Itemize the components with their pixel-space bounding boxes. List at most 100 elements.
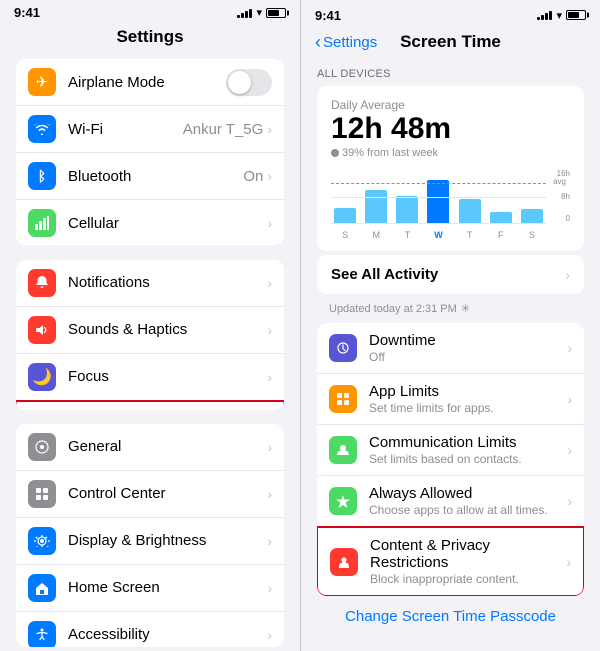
bar-f [490, 212, 512, 223]
always-allowed-chevron: › [567, 493, 572, 509]
day-label-s1: S [331, 225, 359, 243]
bar-s1 [334, 208, 356, 223]
cellular-chevron: › [267, 215, 272, 231]
status-icons-left: ▾ [237, 6, 286, 19]
sounds-row[interactable]: Sounds & Haptics › [16, 307, 284, 354]
bluetooth-content: Bluetooth [68, 168, 243, 185]
focus-row[interactable]: 🌙 Focus › [16, 354, 284, 401]
focus-content: Focus [68, 368, 267, 385]
control-center-chevron: › [267, 486, 272, 502]
status-bar-right: 9:41 ▾ [301, 0, 600, 28]
gridline-bot [331, 223, 546, 224]
updated-text: Updated today at 2:31 PM [329, 303, 457, 315]
back-chevron-icon: ‹ [315, 33, 321, 51]
bar-group-s2 [518, 169, 546, 223]
sig-bar-r4 [549, 11, 552, 20]
status-bar-left: 9:41 ▾ [0, 0, 300, 23]
airplane-mode-right [226, 69, 272, 96]
general-row[interactable]: General › [16, 424, 284, 471]
see-all-label: See All Activity [331, 266, 438, 283]
comm-limits-right: › [567, 442, 572, 458]
signal-bars-right [537, 10, 552, 20]
spacer-1 [0, 249, 300, 255]
content-privacy-icon [330, 548, 358, 576]
comm-limits-row[interactable]: Communication Limits Set limits based on… [317, 425, 584, 476]
cellular-content: Cellular [68, 215, 267, 232]
status-icons-right: ▾ [537, 9, 586, 22]
sounds-icon [28, 316, 56, 344]
bluetooth-value: On [243, 168, 263, 185]
notifications-label: Notifications [68, 274, 267, 291]
change-passcode-row[interactable]: Change Screen Time Passcode [301, 600, 600, 633]
bluetooth-chevron: › [267, 168, 272, 184]
sounds-content: Sounds & Haptics [68, 321, 267, 338]
back-label: Settings [323, 34, 377, 51]
sparkle-icon: ✳︎ [461, 302, 470, 315]
bar-group-s1 [331, 169, 359, 223]
notifications-row[interactable]: Notifications › [16, 260, 284, 307]
spacer-2 [0, 414, 300, 420]
content-privacy-label: Content & Privacy Restrictions [370, 537, 566, 571]
device-section: General › Control Center › [16, 424, 284, 647]
bar-group-w [424, 169, 452, 223]
cellular-icon [28, 209, 56, 237]
control-center-right: › [267, 486, 272, 502]
general-label: General [68, 438, 267, 455]
sounds-right: › [267, 322, 272, 338]
home-screen-chevron: › [267, 580, 272, 596]
airplane-mode-row[interactable]: ✈ Airplane Mode [16, 59, 284, 106]
control-center-row[interactable]: Control Center › [16, 471, 284, 518]
status-time-left: 9:41 [14, 5, 40, 20]
app-limits-right: › [567, 391, 572, 407]
signal-bar-3 [245, 11, 248, 18]
wifi-status-icon-right: ▾ [556, 9, 562, 22]
see-all-chevron: › [565, 267, 570, 283]
wifi-value: Ankur T_5G [183, 121, 264, 138]
bluetooth-right: On › [243, 168, 272, 185]
bluetooth-row[interactable]: ᛒ Bluetooth On › [16, 153, 284, 200]
back-button[interactable]: ‹ Settings [315, 33, 377, 51]
focus-right: › [267, 369, 272, 385]
display-row[interactable]: Display & Brightness › [16, 518, 284, 565]
app-limits-sublabel: Set time limits for apps. [369, 401, 567, 415]
notifications-content: Notifications [68, 274, 267, 291]
display-icon [28, 527, 56, 555]
screen-time-row[interactable]: Screen Time › [16, 400, 284, 410]
day-label-t1: T [393, 225, 421, 243]
always-allowed-row[interactable]: Always Allowed Choose apps to allow at a… [317, 476, 584, 527]
comm-limits-chevron: › [567, 442, 572, 458]
wifi-row[interactable]: Wi-Fi Ankur T_5G › [16, 106, 284, 153]
app-limits-row[interactable]: App Limits Set time limits for apps. › [317, 374, 584, 425]
bar-group-t1 [393, 169, 421, 223]
battery-fill-left [268, 10, 279, 16]
y-label-8h: 8h [561, 192, 570, 201]
y-label-0: 0 [566, 214, 570, 223]
home-screen-row[interactable]: Home Screen › [16, 565, 284, 612]
content-privacy-content: Content & Privacy Restrictions Block ina… [370, 537, 566, 586]
comm-limits-label: Communication Limits [369, 434, 567, 451]
focus-icon: 🌙 [28, 363, 56, 391]
app-limits-chevron: › [567, 391, 572, 407]
cellular-row[interactable]: Cellular › [16, 200, 284, 245]
left-panel: 9:41 ▾ Settings ✈ Airplane Mode [0, 0, 300, 651]
bar-group-t2 [456, 169, 484, 223]
airplane-mode-toggle[interactable] [226, 69, 272, 96]
screentime-scroll[interactable]: ALL DEVICES Daily Average 12h 48m 39% fr… [301, 60, 600, 651]
day-label-m: M [362, 225, 390, 243]
notifications-icon [28, 269, 56, 297]
accessibility-row[interactable]: Accessibility › [16, 612, 284, 647]
daily-average-change: 39% from last week [331, 147, 570, 159]
content-privacy-right: › [566, 554, 571, 570]
cellular-right: › [267, 215, 272, 231]
sig-bar-r2 [541, 15, 544, 20]
comm-limits-sublabel: Set limits based on contacts. [369, 452, 567, 466]
content-privacy-chevron: › [566, 554, 571, 570]
general-right: › [267, 439, 272, 455]
downtime-row[interactable]: Downtime Off › [317, 323, 584, 374]
content-privacy-row[interactable]: Content & Privacy Restrictions Block ina… [317, 526, 584, 596]
see-all-activity-row[interactable]: See All Activity › [317, 255, 584, 294]
always-allowed-icon [329, 487, 357, 515]
signal-bar-2 [241, 13, 244, 18]
day-label-t2: T [456, 225, 484, 243]
home-screen-content: Home Screen [68, 579, 267, 596]
